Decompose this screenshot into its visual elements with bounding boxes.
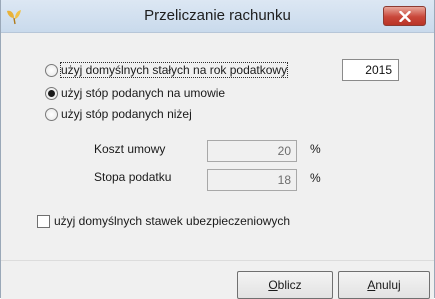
tax-year-input[interactable] xyxy=(342,59,399,81)
close-icon xyxy=(399,11,411,22)
tax-rate-unit: % xyxy=(310,171,321,185)
insurance-rates-row[interactable]: użyj domyślnych stawek ubezpieczeniowych xyxy=(37,213,357,229)
radio-contract-rates-row[interactable]: użyj stóp podanych na umowie xyxy=(45,85,265,101)
cost-unit: % xyxy=(310,142,321,156)
radio-contract-rates[interactable] xyxy=(45,87,58,100)
calculate-label: blicz xyxy=(277,278,302,292)
tax-rate-label: Stopa podatku xyxy=(94,170,172,184)
tax-rate-input[interactable] xyxy=(207,169,297,191)
radio-default-rates-row[interactable]: użyj domyślnych stałych na rok podatkowy xyxy=(45,62,335,78)
close-button[interactable] xyxy=(383,6,426,26)
radio-default-rates-label[interactable]: użyj domyślnych stałych na rok podatkowy xyxy=(59,62,289,78)
window-title: Przeliczanie rachunku xyxy=(144,7,291,24)
title-bar[interactable]: Przeliczanie rachunku xyxy=(1,0,434,33)
radio-default-rates[interactable] xyxy=(45,64,58,77)
button-bar: Oblicz Anuluj xyxy=(1,260,434,299)
insurance-rates-checkbox[interactable] xyxy=(37,215,50,228)
radio-rates-below[interactable] xyxy=(45,108,58,121)
cost-label: Koszt umowy xyxy=(94,142,166,156)
radio-contract-rates-label[interactable]: użyj stóp podanych na umowie xyxy=(61,86,225,100)
cost-input[interactable] xyxy=(207,140,297,162)
insurance-rates-label[interactable]: użyj domyślnych stawek ubezpieczeniowych xyxy=(54,214,290,228)
dialog-window: Przeliczanie rachunku użyj domyślnych st… xyxy=(0,0,435,299)
calculate-button[interactable]: Oblicz xyxy=(237,271,333,299)
dialog-content: użyj domyślnych stałych na rok podatkowy… xyxy=(1,33,434,260)
calculate-mnemonic: O xyxy=(268,278,278,292)
radio-rates-below-row[interactable]: użyj stóp podanych niżej xyxy=(45,106,245,122)
radio-rates-below-label[interactable]: użyj stóp podanych niżej xyxy=(61,107,192,121)
cancel-button[interactable]: Anuluj xyxy=(338,271,430,299)
cancel-label: nuluj xyxy=(375,278,401,292)
